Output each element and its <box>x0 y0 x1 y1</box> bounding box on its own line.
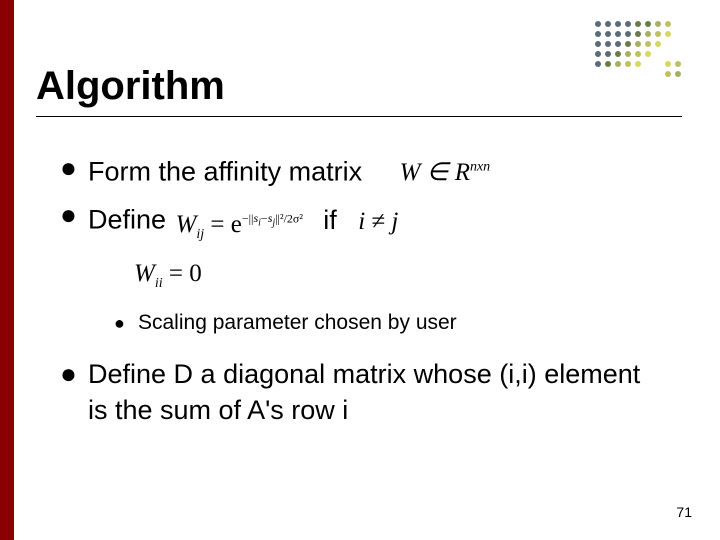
slide-content: ● Form the affinity matrix W ∈ Rnxn ● De… <box>60 150 660 434</box>
bullet-2-text: Define <box>88 205 166 235</box>
sub-bullet-1-text: Scaling parameter chosen by user <box>138 310 457 336</box>
sub-bullet-1: ● Scaling parameter chosen by user <box>114 310 660 336</box>
bullet-2-if: if <box>323 205 337 235</box>
bullet-1: ● Form the affinity matrix W ∈ Rnxn <box>60 150 660 191</box>
left-red-bar <box>0 0 14 540</box>
bullet-icon: ● <box>60 356 88 392</box>
page-number: 71 <box>676 504 692 520</box>
bullet-icon: ● <box>60 197 88 233</box>
bullet-3-text: Define D a diagonal matrix whose (i,i) e… <box>88 356 660 428</box>
bullet-3: ● Define D a diagonal matrix whose (i,i)… <box>60 356 660 428</box>
corner-dot-decoration <box>592 18 688 88</box>
bullet-2-wii: Wii = 0 <box>134 260 660 292</box>
slide-title: Algorithm <box>36 64 225 109</box>
bullet-1-text: Form the affinity matrix <box>88 156 362 186</box>
bullet-2-condition: i ≠ j <box>358 208 398 235</box>
bullet-1-math: W ∈ Rnxn <box>400 159 491 186</box>
bullet-icon: ● <box>60 150 88 186</box>
title-underline <box>36 116 682 117</box>
bullet-2: ● Define Wij = e−||si−sj||²/2σ² if i ≠ j <box>60 197 660 249</box>
bullet-icon: ● <box>114 310 138 336</box>
bullet-2-math-wij: Wij = e−||si−sj||²/2σ² <box>176 211 310 238</box>
